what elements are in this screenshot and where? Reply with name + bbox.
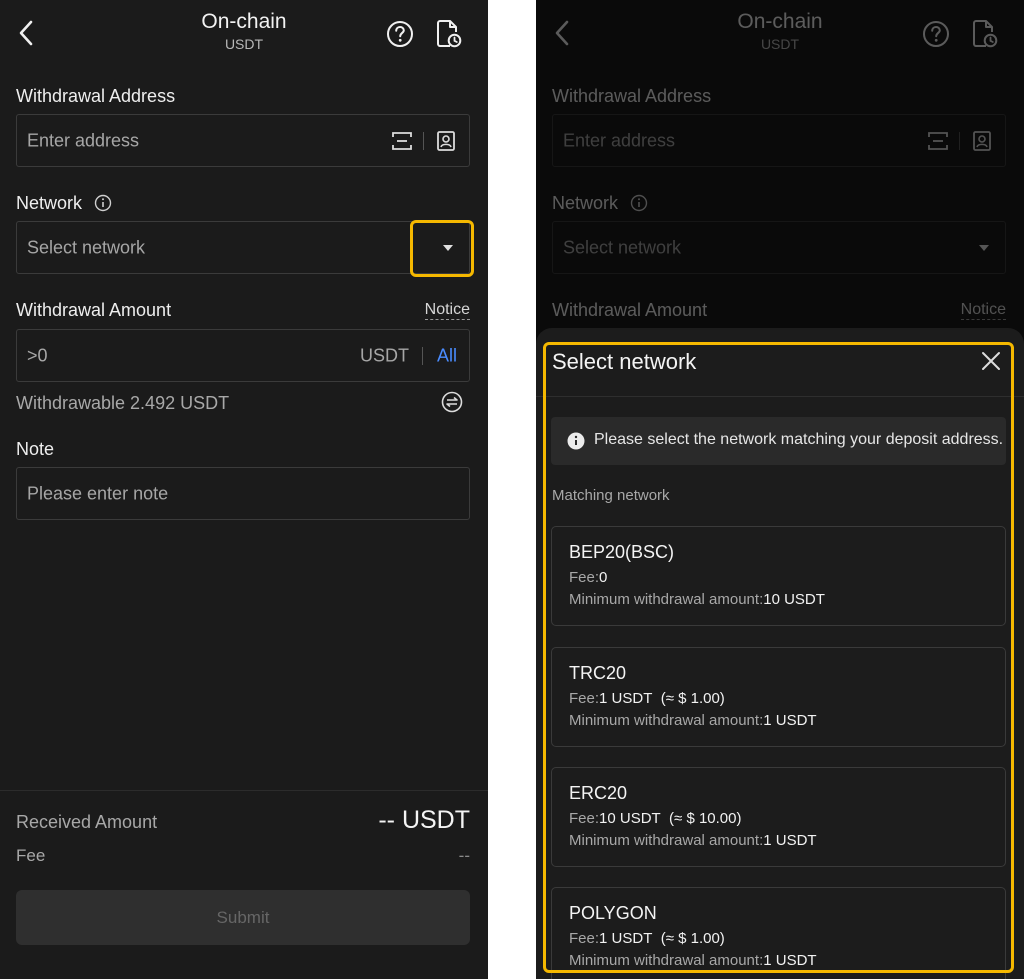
question-circle-icon [387,21,413,47]
submit-button[interactable]: Submit [16,890,470,945]
amount-unit: USDT [360,345,409,365]
notice-link[interactable]: Notice [424,301,470,320]
fee-value: -- [458,846,470,865]
field-divider [423,132,424,150]
fee-label: Fee [16,846,46,865]
highlight-box-sheet [543,342,1014,973]
all-button[interactable]: All [437,345,457,366]
note-label: Note [16,439,55,459]
note-field[interactable]: Please enter note [16,467,470,520]
page-subtitle: USDT [224,36,264,52]
amount-label: Withdrawal Amount [16,300,172,320]
scan-icon[interactable] [391,131,413,151]
withdrawable-balance: Withdrawable 2.492 USDT [16,393,230,413]
address-book-icon[interactable] [436,130,456,152]
network-label: Network [16,193,83,213]
amount-field[interactable]: >0 USDT All [16,329,470,382]
address-label: Withdrawal Address [16,86,176,106]
document-clock-icon [437,20,462,48]
divider [0,790,488,791]
network-select[interactable]: Select network [16,221,470,274]
received-amount-value: -- USDT [378,806,470,834]
page-title: On-chain [201,10,287,33]
field-divider [422,347,423,365]
note-placeholder: Please enter note [27,483,169,503]
info-icon[interactable] [94,194,112,212]
records-button[interactable] [436,19,462,49]
help-button[interactable] [386,20,414,48]
header: On-chain USDT [0,0,488,70]
withdraw-screen: On-chain USDT Withdrawal Address Enter a… [0,0,488,979]
received-amount-label: Received Amount [16,812,158,832]
network-placeholder: Select network [27,237,146,257]
highlight-box-dropdown [410,220,474,277]
swap-icon[interactable] [441,391,463,413]
address-field[interactable]: Enter address [16,114,470,167]
address-placeholder: Enter address [27,130,140,150]
withdraw-screen-with-sheet: On-chain USDT Withdrawal Address Enter a… [536,0,1024,979]
amount-placeholder: >0 [27,345,48,365]
